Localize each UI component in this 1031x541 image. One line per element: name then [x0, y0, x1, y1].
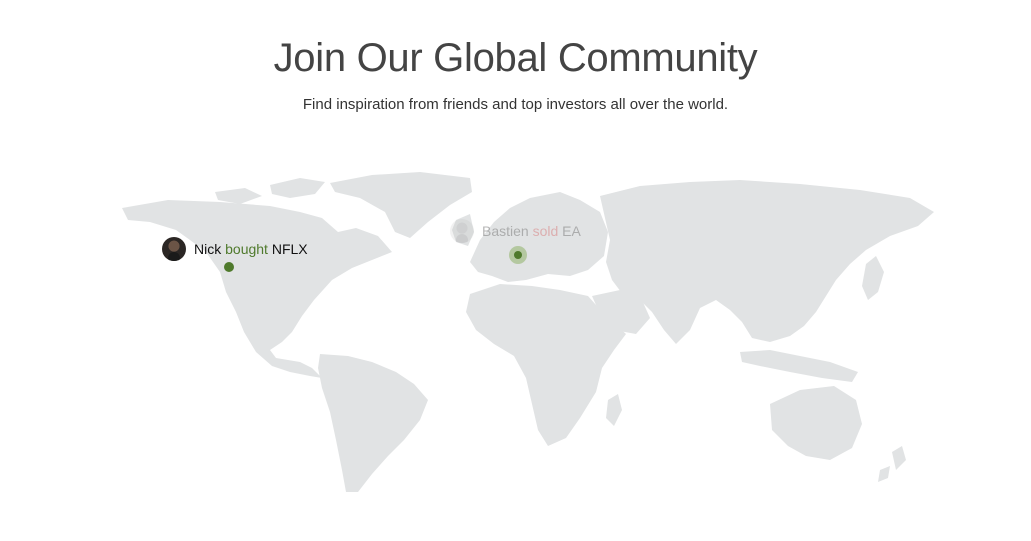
landmass-new-zealand	[878, 446, 906, 482]
activity-user-name: Nick	[194, 241, 222, 257]
landmass-se-asia-islands	[740, 350, 858, 382]
landmass-north-america	[122, 200, 392, 378]
activity-verb: sold	[532, 223, 559, 239]
activity-ticker: EA	[562, 223, 581, 239]
world-map	[122, 172, 934, 492]
landmass-arctic-islands	[215, 178, 325, 204]
avatar	[450, 219, 474, 243]
location-marker-bastien	[514, 251, 522, 259]
landmass-asia	[600, 180, 934, 344]
landmass-australia	[770, 386, 862, 460]
landmass-south-america	[318, 354, 428, 492]
activity-item-nick: Nick bought NFLX	[162, 237, 308, 261]
activity-item-bastien: Bastien sold EA	[450, 219, 581, 243]
landmass-japan	[862, 256, 884, 300]
avatar	[162, 237, 186, 261]
landmass-madagascar	[606, 394, 622, 426]
location-marker-nick	[224, 262, 234, 272]
activity-ticker: NFLX	[271, 241, 308, 257]
activity-verb: bought	[225, 241, 268, 257]
activity-user-name: Bastien	[482, 223, 529, 239]
